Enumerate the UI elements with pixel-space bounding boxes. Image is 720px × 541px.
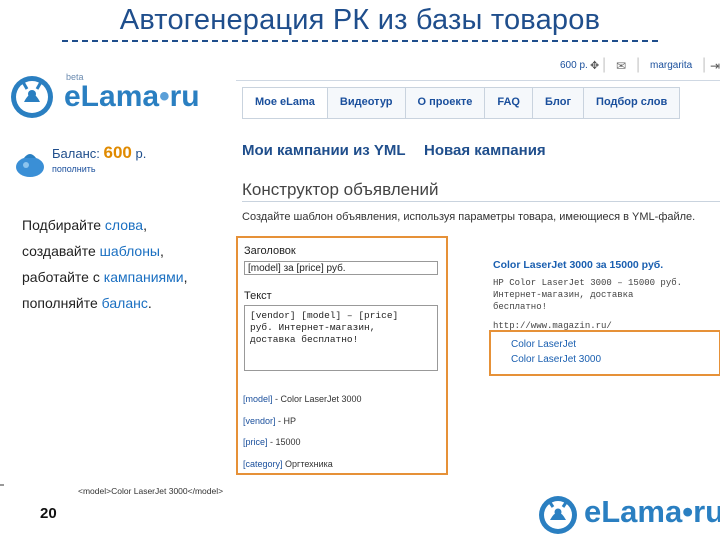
elama-logo[interactable]: beta eLama•ru: [8, 72, 200, 122]
add-funds-icon[interactable]: ✥: [590, 59, 599, 72]
top-balance-link[interactable]: 600 р.: [560, 60, 588, 71]
var-category[interactable]: [category] Оргтехника: [243, 459, 333, 469]
logo-wordmark: eLama•ru: [64, 80, 200, 113]
bottom-logo: eLama•ru: [536, 492, 720, 536]
balance-amount: 600: [103, 143, 132, 162]
slogan: Подбирайте слова, создавайте шаблоны, ра…: [22, 212, 187, 316]
var-key[interactable]: [vendor]: [243, 416, 276, 426]
elama-mascot-icon: [11, 76, 53, 118]
logout-icon[interactable]: ⇥: [710, 59, 720, 73]
divider: [0, 484, 4, 486]
logo-wordmark: eLama•ru: [584, 494, 720, 529]
ad-preview-title: Color LaserJet 3000 за 15000 руб.: [493, 259, 664, 271]
var-key[interactable]: [price]: [243, 437, 268, 447]
slogan-text: ,: [143, 217, 147, 233]
slogan-text: пополняйте: [22, 295, 102, 311]
var-vendor[interactable]: [vendor] - HP: [243, 416, 296, 426]
text-textarea[interactable]: [vendor] [model] – [price] руб. Интернет…: [244, 305, 438, 371]
var-model[interactable]: [model] - Color LaserJet 3000: [243, 394, 362, 404]
username-link[interactable]: margarita: [650, 60, 692, 71]
campaigns-link[interactable]: кампаниями: [104, 269, 184, 285]
balance-currency: р.: [135, 146, 147, 161]
section-description: Создайте шаблон объявления, используя па…: [242, 211, 696, 223]
ad-preview-text: HP Color LaserJet 3000 – 15000 руб. Инте…: [493, 278, 683, 312]
slogan-text: .: [147, 295, 152, 311]
title-underline: [62, 40, 658, 42]
ad-template-form: Заголовок [model] за [price] руб. Текст …: [236, 236, 448, 475]
title-label: Заголовок: [244, 245, 296, 257]
slogan-text: ,: [160, 243, 164, 259]
xml-hint: <model>Color LaserJet 3000</model>: [78, 486, 224, 496]
var-value: - Color LaserJet 3000: [272, 394, 362, 404]
slide-title: Автогенерация РК из базы товаров: [119, 4, 601, 36]
balance-display: Баланс: 600 р.: [52, 143, 146, 163]
tab-faq[interactable]: FAQ: [484, 88, 532, 118]
sitelink[interactable]: Color LaserJet 3000: [511, 354, 601, 365]
var-price[interactable]: [price] - 15000: [243, 437, 301, 447]
tab-about[interactable]: О проекте: [404, 88, 485, 118]
tab-blog[interactable]: Блог: [531, 88, 583, 118]
slogan-text: Подбирайте: [22, 217, 105, 233]
var-value: Оргтехника: [282, 459, 333, 469]
divider: |: [702, 56, 707, 73]
balance-link[interactable]: баланс: [102, 295, 148, 311]
var-key[interactable]: [model]: [243, 394, 273, 404]
tab-videotour[interactable]: Видеотур: [326, 88, 405, 118]
page-number: 20: [40, 505, 57, 522]
slogan-text: ,: [183, 269, 188, 285]
sitelinks-box: Color LaserJet Color LaserJet 3000: [489, 330, 720, 376]
elama-mascot-icon: [539, 496, 577, 534]
main-nav: Мое eLama Видеотур О проекте FAQ Блог По…: [242, 87, 681, 119]
slogan-text: создавайте: [22, 243, 100, 259]
tab-my-elama[interactable]: Мое eLama: [243, 88, 327, 118]
top-divider: [236, 80, 720, 81]
new-campaign-link[interactable]: Новая кампания: [424, 142, 546, 159]
balance-label: Баланс:: [52, 146, 100, 161]
section-title: Конструктор объявлений: [242, 180, 439, 199]
divider: |: [602, 56, 607, 73]
templates-link[interactable]: шаблоны: [100, 243, 160, 259]
title-input[interactable]: [model] за [price] руб.: [244, 261, 438, 275]
refill-link[interactable]: пополнить: [52, 164, 96, 174]
tab-word-selection[interactable]: Подбор слов: [583, 88, 679, 118]
sitelink[interactable]: Color LaserJet: [511, 339, 576, 350]
text-label: Текст: [244, 290, 272, 302]
money-bag-icon: [16, 154, 44, 177]
mail-icon[interactable]: ✉: [616, 59, 626, 73]
var-value: - 15000: [267, 437, 301, 447]
var-key[interactable]: [category]: [243, 459, 283, 469]
my-yml-campaigns-link[interactable]: Мои кампании из YML: [242, 142, 406, 159]
divider: |: [636, 56, 641, 73]
words-link[interactable]: слова: [105, 217, 143, 233]
section-divider: [242, 201, 720, 202]
slogan-text: работайте с: [22, 269, 104, 285]
var-value: - HP: [275, 416, 297, 426]
